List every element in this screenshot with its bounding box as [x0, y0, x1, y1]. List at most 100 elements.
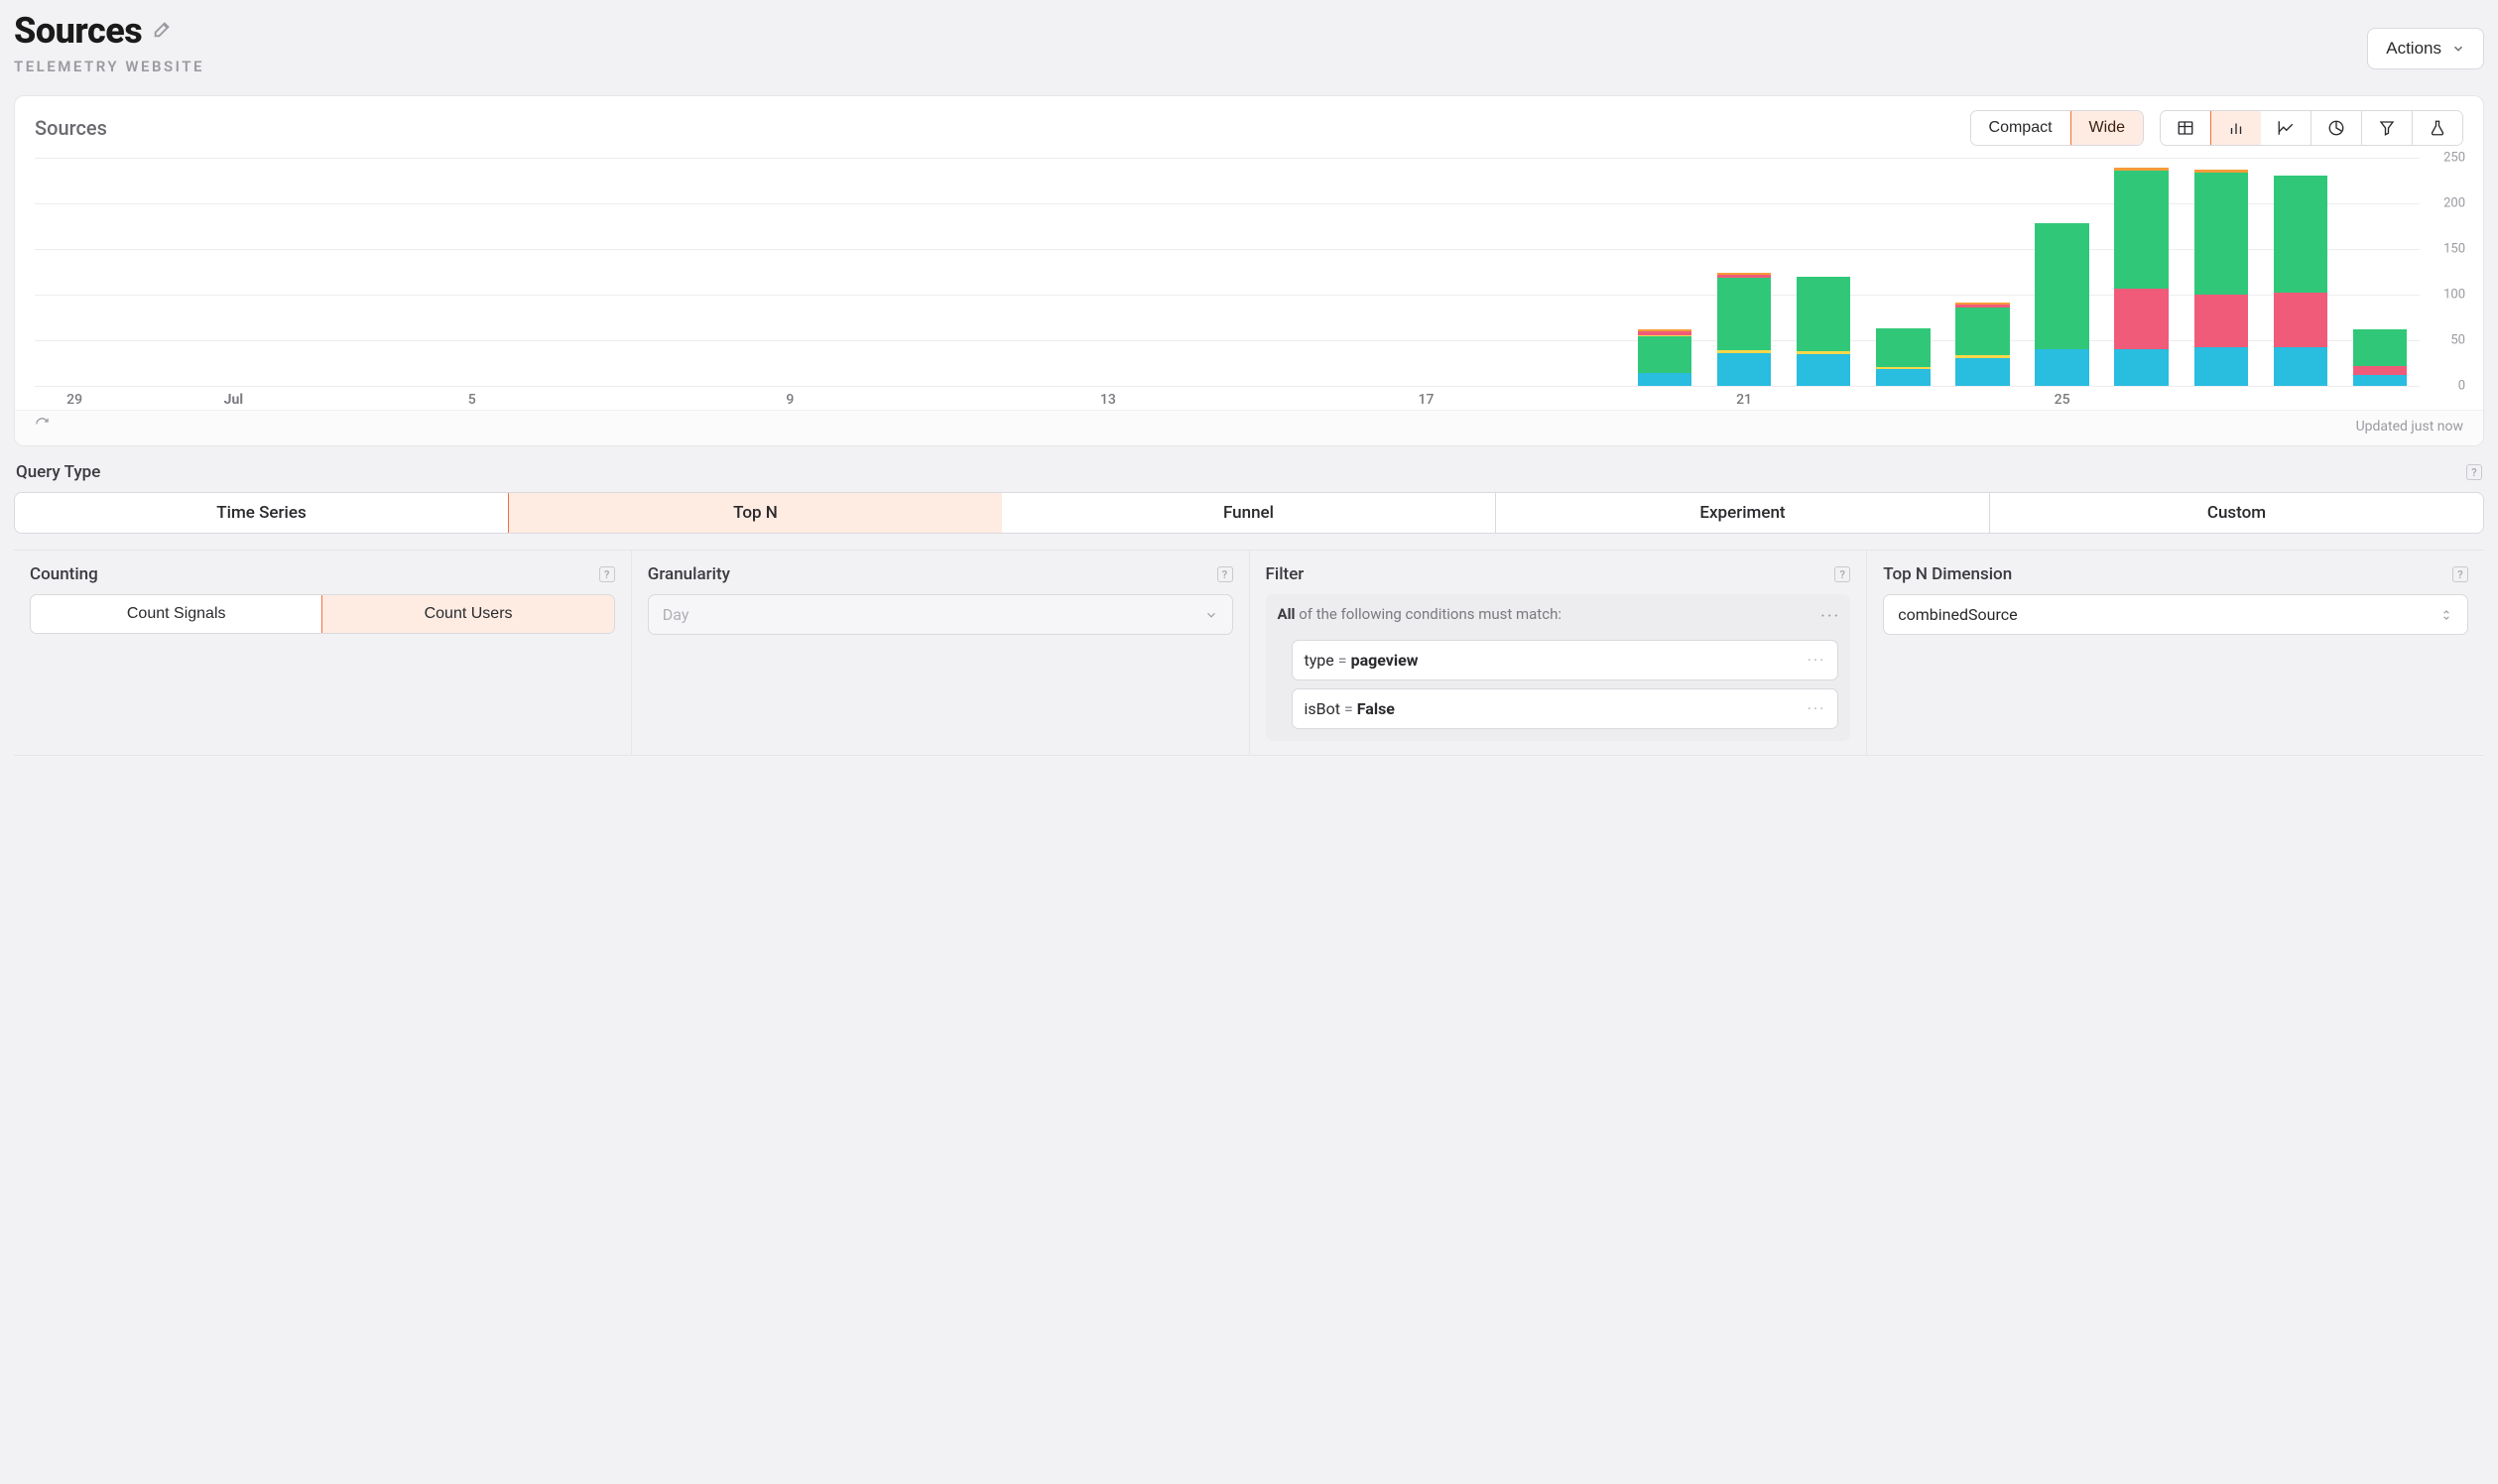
- bar-slot: [1466, 158, 1546, 386]
- bar-slot: [1068, 158, 1148, 386]
- counting-section: Counting ? Count SignalsCount Users: [14, 551, 632, 755]
- x-tick-label: [2102, 392, 2182, 410]
- filter-item[interactable]: isBot=False ···: [1292, 688, 1839, 729]
- chart-type-table-button[interactable]: [2161, 111, 2211, 145]
- filter-group-text: All of the following conditions must mat…: [1278, 604, 1839, 626]
- bar-segment: [1797, 277, 1850, 351]
- query-tab-top-n[interactable]: Top N: [508, 492, 1003, 534]
- bar-slot: [1942, 158, 2022, 386]
- bar-stack[interactable]: [2114, 168, 2168, 386]
- bar-slot: [1148, 158, 1227, 386]
- bar-stack[interactable]: [1797, 277, 1850, 386]
- x-tick-label: [1625, 392, 1704, 410]
- x-tick-label: [910, 392, 989, 410]
- bar-segment: [2274, 293, 2327, 347]
- updown-icon: [2439, 608, 2453, 622]
- bar-segment: [2194, 347, 2248, 386]
- x-tick-label: [829, 392, 909, 410]
- view-compact-button[interactable]: Compact: [1971, 111, 2071, 145]
- bar-slot: [1784, 158, 1863, 386]
- counting-label: Counting: [30, 564, 98, 584]
- bar-stack[interactable]: [2353, 329, 2407, 386]
- bar-stack[interactable]: [1638, 329, 1691, 386]
- page-title: Sources: [14, 10, 142, 52]
- bar-slot: [1307, 158, 1386, 386]
- actions-button[interactable]: Actions: [2367, 28, 2484, 69]
- x-tick-label: [1466, 392, 1546, 410]
- bar-stack[interactable]: [2274, 176, 2327, 386]
- topn-dimension-select[interactable]: combinedSource: [1883, 594, 2468, 635]
- chart-type-pie-button[interactable]: [2311, 111, 2362, 145]
- bar-slot: [591, 158, 671, 386]
- filter-group-menu-icon[interactable]: ···: [1820, 606, 1840, 627]
- granularity-select[interactable]: Day: [648, 594, 1233, 635]
- counting-option-count-users[interactable]: Count Users: [321, 594, 614, 634]
- help-icon[interactable]: ?: [1834, 566, 1850, 582]
- chart-type-funnel-button[interactable]: [2362, 111, 2413, 145]
- topn-dimension-value: combinedSource: [1898, 605, 2017, 624]
- chart-card: Sources Compact Wide: [14, 95, 2484, 446]
- x-tick-label: [671, 392, 750, 410]
- query-tab-experiment[interactable]: Experiment: [1496, 493, 1990, 533]
- edit-title-icon[interactable]: [152, 18, 174, 44]
- x-tick-label: [114, 392, 193, 410]
- y-tick-label: 150: [2443, 242, 2465, 257]
- bar-segment: [1797, 354, 1850, 386]
- bar-stack[interactable]: [2035, 223, 2088, 386]
- bar-slot: [353, 158, 433, 386]
- bar-segment: [1955, 358, 2009, 386]
- x-tick-label: [1307, 392, 1386, 410]
- x-tick-label: 17: [1386, 392, 1465, 410]
- help-icon[interactable]: ?: [2466, 464, 2482, 480]
- help-icon[interactable]: ?: [1217, 566, 1233, 582]
- query-type-tabs: Time SeriesTop NFunnelExperimentCustom: [14, 492, 2484, 534]
- granularity-value: Day: [663, 605, 689, 624]
- x-tick-label: Jul: [193, 392, 273, 410]
- query-tab-time-series[interactable]: Time Series: [15, 493, 509, 533]
- bar-slot: [2261, 158, 2340, 386]
- bar-slot: [1625, 158, 1704, 386]
- refresh-icon[interactable]: [35, 417, 50, 435]
- x-tick-label: [2340, 392, 2420, 410]
- y-tick-label: 100: [2443, 288, 2465, 303]
- filter-item-menu-icon[interactable]: ···: [1808, 699, 1826, 718]
- counting-option-count-signals[interactable]: Count Signals: [31, 595, 322, 633]
- query-tab-custom[interactable]: Custom: [1990, 493, 2483, 533]
- bar-slot: [1227, 158, 1307, 386]
- chart-type-experiment-button[interactable]: [2413, 111, 2462, 145]
- bar-stack[interactable]: [1955, 303, 2009, 386]
- bar-segment: [2194, 295, 2248, 347]
- bar-segment: [1876, 328, 1930, 367]
- help-icon[interactable]: ?: [2452, 566, 2468, 582]
- chart-card-title: Sources: [35, 116, 107, 140]
- updated-text: Updated just now: [2356, 419, 2463, 434]
- bar-slot: [671, 158, 750, 386]
- x-tick-label: [591, 392, 671, 410]
- bar-slot: [2340, 158, 2420, 386]
- bar-segment: [2194, 173, 2248, 295]
- chart-type-toggle: [2160, 110, 2463, 146]
- chart-type-line-button[interactable]: [2261, 111, 2311, 145]
- bar-segment: [2353, 329, 2407, 366]
- chevron-down-icon: [2451, 42, 2465, 56]
- bar-segment: [2353, 366, 2407, 375]
- filter-section: Filter ? All of the following conditions…: [1250, 551, 1868, 755]
- bar-stack[interactable]: [2194, 170, 2248, 386]
- view-wide-button[interactable]: Wide: [2070, 110, 2144, 146]
- y-tick-label: 0: [2458, 379, 2465, 394]
- bar-stack[interactable]: [1876, 328, 1930, 386]
- bar-segment: [2035, 223, 2088, 349]
- x-tick-label: [2261, 392, 2340, 410]
- bar-segment: [2035, 349, 2088, 386]
- filter-expression: isBot=False: [1305, 699, 1395, 718]
- help-icon[interactable]: ?: [599, 566, 615, 582]
- bar-segment: [1717, 353, 1771, 386]
- filter-item[interactable]: type=pageview···: [1292, 640, 1839, 680]
- chart-area: 050100150200250 29Jul5913172125: [15, 152, 2483, 410]
- query-tab-funnel[interactable]: Funnel: [1002, 493, 1496, 533]
- bar-slot: [35, 158, 114, 386]
- bar-segment: [2274, 347, 2327, 386]
- chart-type-bar-button[interactable]: [2210, 110, 2262, 146]
- filter-item-menu-icon[interactable]: ···: [1808, 651, 1826, 670]
- bar-stack[interactable]: [1717, 273, 1771, 386]
